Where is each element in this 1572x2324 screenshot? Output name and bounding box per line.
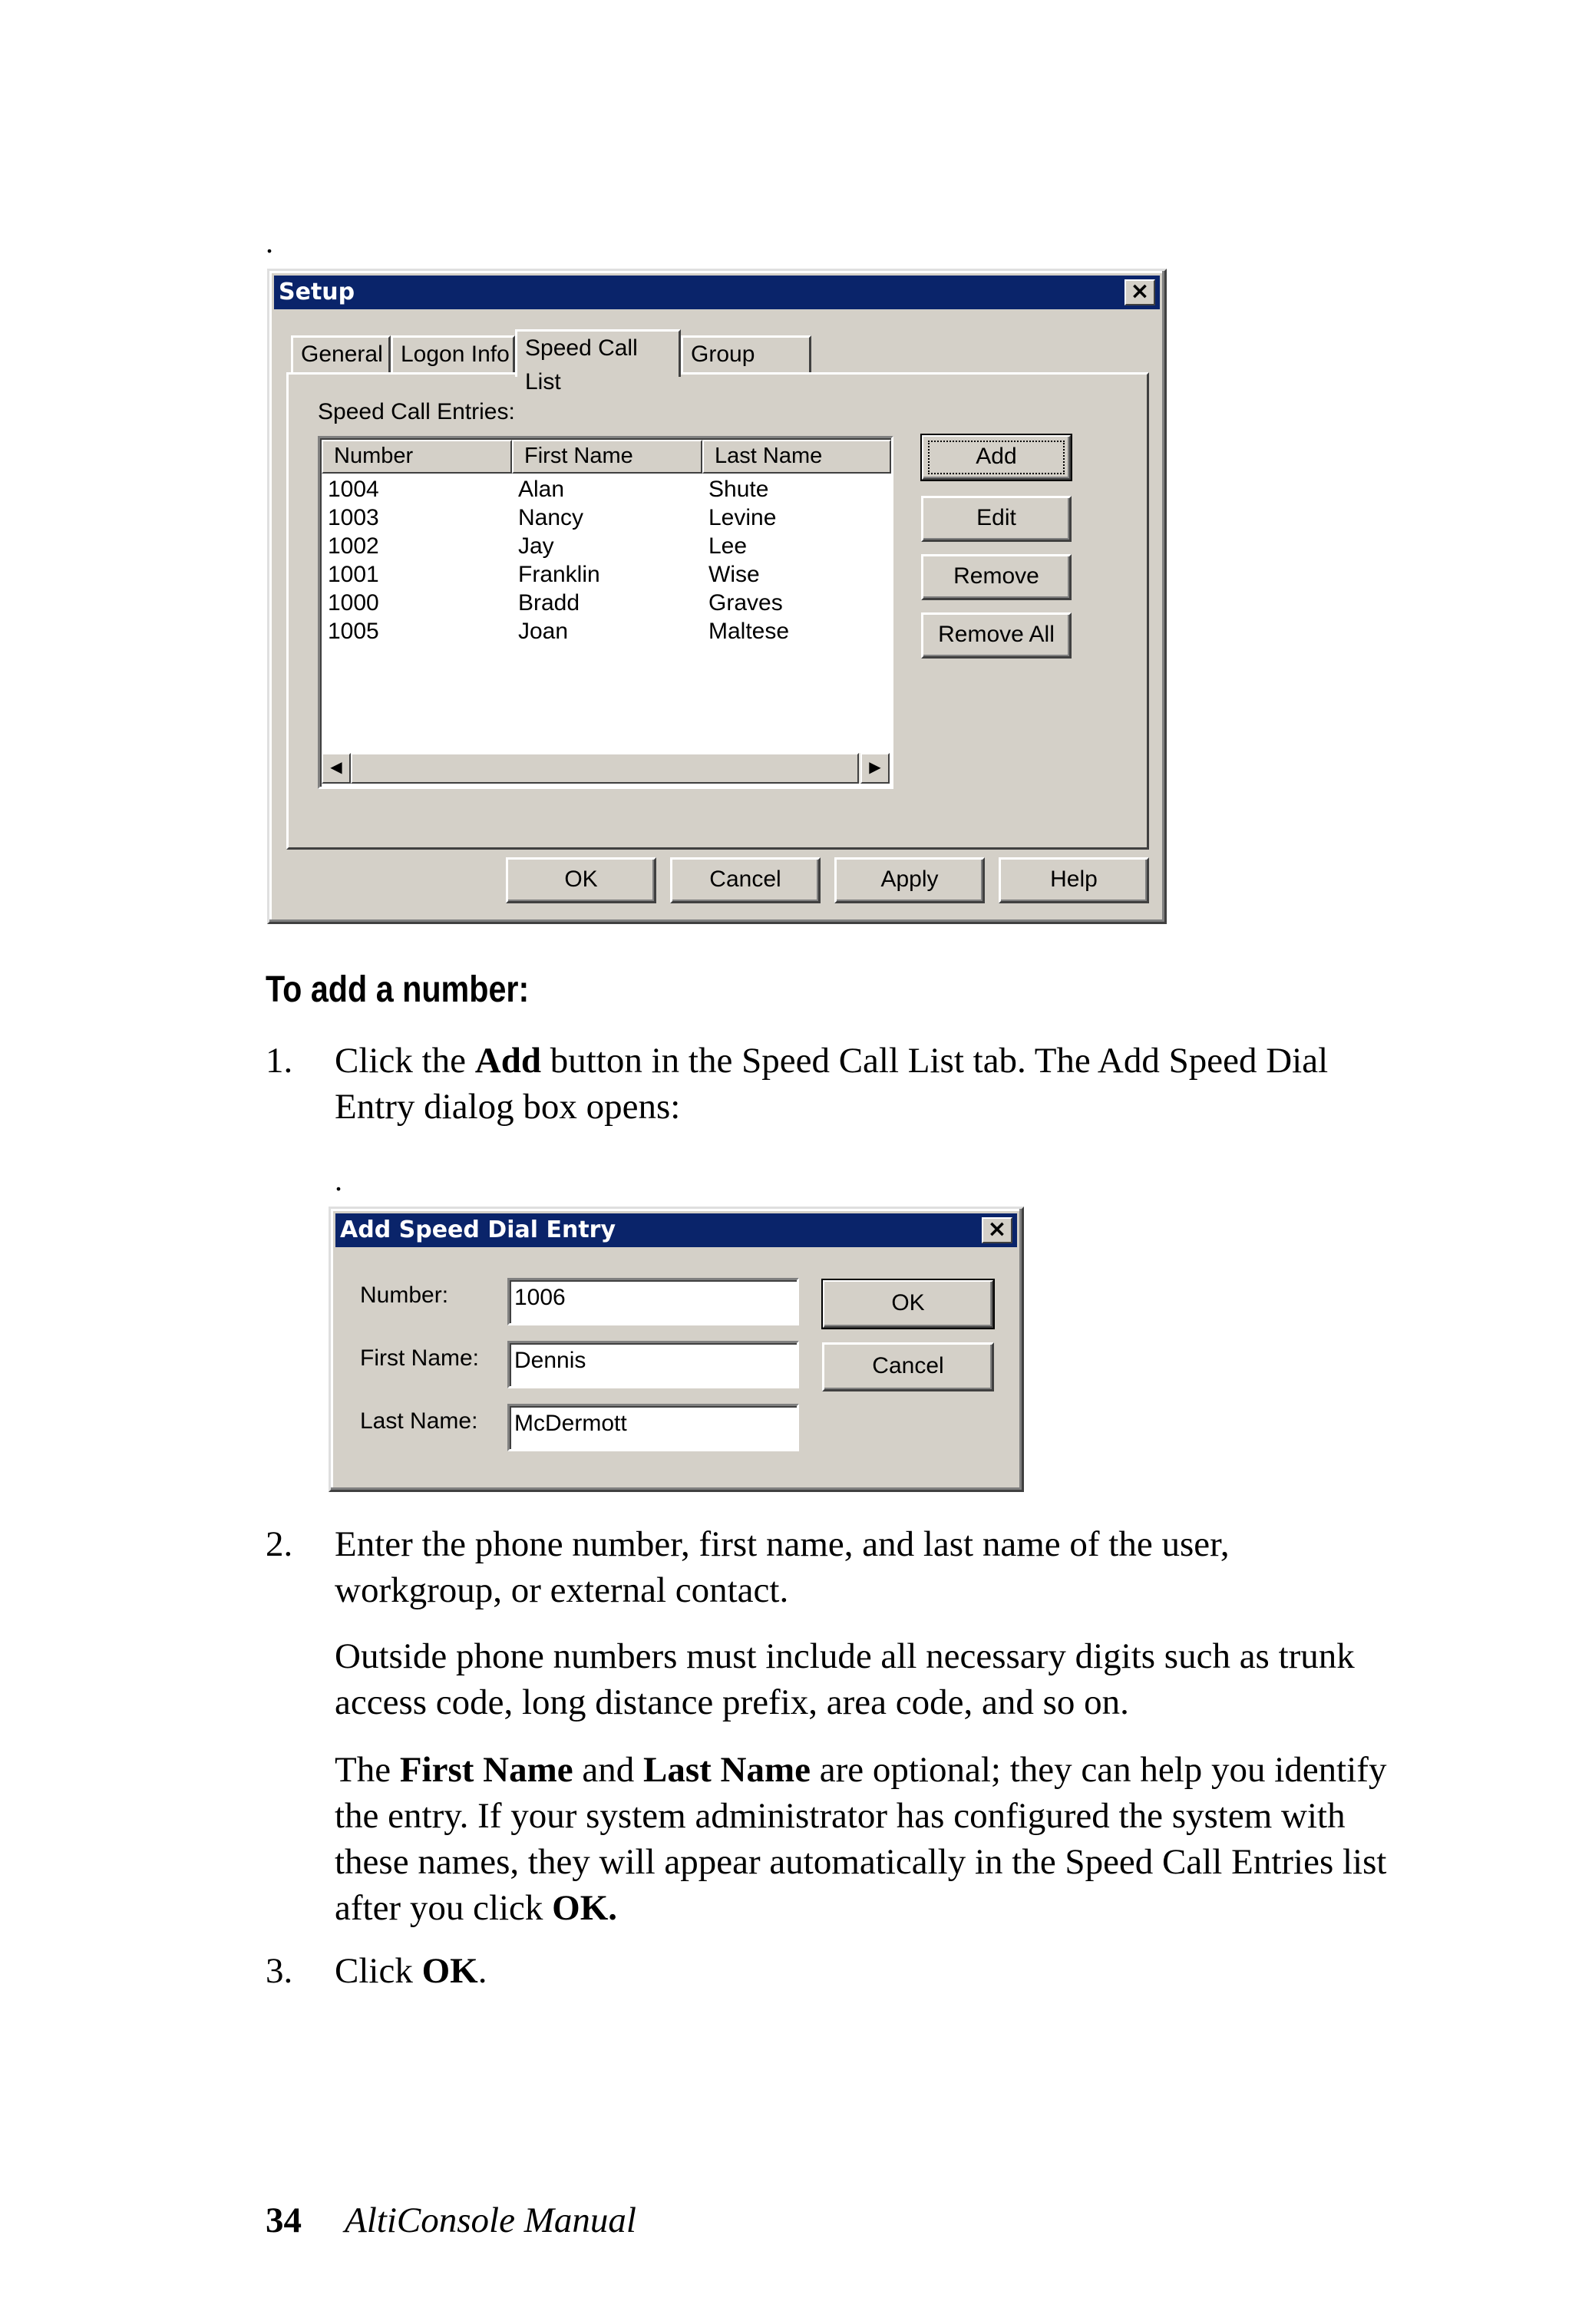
step1-text-part: Click the xyxy=(335,1041,475,1081)
cell-first-name[interactable]: Alan xyxy=(518,475,564,503)
cell-last-name[interactable]: Levine xyxy=(708,503,776,532)
page-footer: 34 AltiConsole Manual xyxy=(266,2200,636,2241)
step-number: 3. xyxy=(266,1951,293,1991)
last-name-bold: Last Name xyxy=(642,1750,811,1790)
ok-bold: OK xyxy=(421,1951,478,1991)
add-speed-dial-titlebar: Add Speed Dial Entry × xyxy=(335,1213,1017,1247)
add-speed-dial-dialog: Add Speed Dial Entry × Number: First Nam… xyxy=(329,1207,1024,1492)
optional-names-text: The First Name and Last Name are optiona… xyxy=(335,1747,1409,1931)
cell-last-name[interactable]: Maltese xyxy=(708,617,789,645)
column-header-last-name[interactable]: Last Name xyxy=(702,440,891,474)
column-header-number[interactable]: Number xyxy=(322,440,512,474)
step2-text: Enter the phone number, first name, and … xyxy=(335,1524,1230,1610)
cell-number[interactable]: 1002 xyxy=(328,532,379,560)
cell-first-name[interactable]: Nancy xyxy=(518,503,583,532)
setup-title: Setup xyxy=(279,279,355,305)
first-name-bold: First Name xyxy=(399,1750,573,1790)
text-part: . xyxy=(477,1951,487,1991)
tab-general[interactable]: General xyxy=(291,335,391,374)
dialog-cancel-button[interactable]: Cancel xyxy=(822,1342,994,1391)
edit-button[interactable]: Edit xyxy=(921,496,1072,542)
first-name-field[interactable]: Dennis xyxy=(507,1341,799,1388)
remove-button[interactable]: Remove xyxy=(921,554,1072,600)
add-button[interactable]: Add xyxy=(920,434,1072,481)
remove-all-button[interactable]: Remove All xyxy=(921,612,1072,659)
number-label: Number: xyxy=(360,1282,449,1308)
speed-call-entries-label: Speed Call Entries: xyxy=(318,399,515,424)
stray-dot: . xyxy=(335,1163,342,1197)
first-name-label: First Name: xyxy=(360,1345,480,1371)
ok-button[interactable]: OK xyxy=(506,857,656,903)
cell-number[interactable]: 1004 xyxy=(328,475,379,503)
tab-speed-call-list[interactable]: Speed Call List xyxy=(515,329,681,394)
text-part: Click xyxy=(335,1951,422,1991)
add-speed-dial-title: Add Speed Dial Entry xyxy=(340,1216,616,1243)
cell-number[interactable]: 1000 xyxy=(328,589,379,617)
ok-bold: OK. xyxy=(552,1888,618,1928)
tab-logon-info[interactable]: Logon Info xyxy=(391,335,515,374)
cell-first-name[interactable]: Franklin xyxy=(518,560,600,589)
cell-number[interactable]: 1003 xyxy=(328,503,379,532)
text-part: and xyxy=(573,1750,643,1790)
dialog-ok-button[interactable]: OK xyxy=(821,1279,995,1329)
step-number: 2. xyxy=(266,1524,293,1564)
step-number: 1. xyxy=(266,1041,293,1081)
text-part: The xyxy=(335,1750,400,1790)
step3-text: Click OK. xyxy=(335,1948,1409,1994)
cell-last-name[interactable]: Lee xyxy=(708,532,747,560)
horizontal-scrollbar[interactable]: ◀ ▶ xyxy=(322,753,890,784)
setup-titlebar: Setup × xyxy=(274,276,1160,309)
cell-first-name[interactable]: Joan xyxy=(518,617,568,645)
number-field[interactable]: 1006 xyxy=(507,1278,799,1325)
speed-call-panel: Speed Call Entries: Number First Name La… xyxy=(286,372,1149,850)
cell-last-name[interactable]: Graves xyxy=(708,589,783,617)
column-header-first-name[interactable]: First Name xyxy=(512,440,702,474)
section-heading: To add a number: xyxy=(266,969,530,1010)
cancel-button[interactable]: Cancel xyxy=(670,857,821,903)
step1-add-bold: Add xyxy=(474,1041,541,1081)
step1-text: Click the Add button in the Speed Call L… xyxy=(335,1038,1409,1130)
last-name-label: Last Name: xyxy=(360,1408,478,1434)
last-name-field[interactable]: McDermott xyxy=(507,1404,799,1451)
cell-first-name[interactable]: Jay xyxy=(518,532,554,560)
stray-dot: . xyxy=(266,225,273,259)
cell-last-name[interactable]: Wise xyxy=(708,560,760,589)
scroll-thumb[interactable] xyxy=(351,753,859,784)
scroll-left-icon[interactable]: ◀ xyxy=(322,753,351,784)
speed-call-list[interactable]: Number First Name Last Name 1004 Alan Sh… xyxy=(318,436,893,789)
cell-first-name[interactable]: Bradd xyxy=(518,589,580,617)
cell-number[interactable]: 1005 xyxy=(328,617,379,645)
cell-number[interactable]: 1001 xyxy=(328,560,379,589)
cell-last-name[interactable]: Shute xyxy=(708,475,768,503)
page-number: 34 xyxy=(266,2200,302,2240)
help-button[interactable]: Help xyxy=(999,857,1149,903)
scroll-right-icon[interactable]: ▶ xyxy=(860,753,890,784)
setup-dialog: Setup × General Logon Info Speed Call Li… xyxy=(267,269,1167,924)
close-icon[interactable]: × xyxy=(982,1217,1012,1243)
apply-button[interactable]: Apply xyxy=(834,857,985,903)
tab-group[interactable]: Group xyxy=(681,335,811,374)
manual-title: AltiConsole Manual xyxy=(345,2200,636,2240)
outside-numbers-text: Outside phone numbers must include all n… xyxy=(335,1636,1355,1722)
focus-ring xyxy=(928,441,1065,474)
close-icon[interactable]: × xyxy=(1125,279,1155,305)
